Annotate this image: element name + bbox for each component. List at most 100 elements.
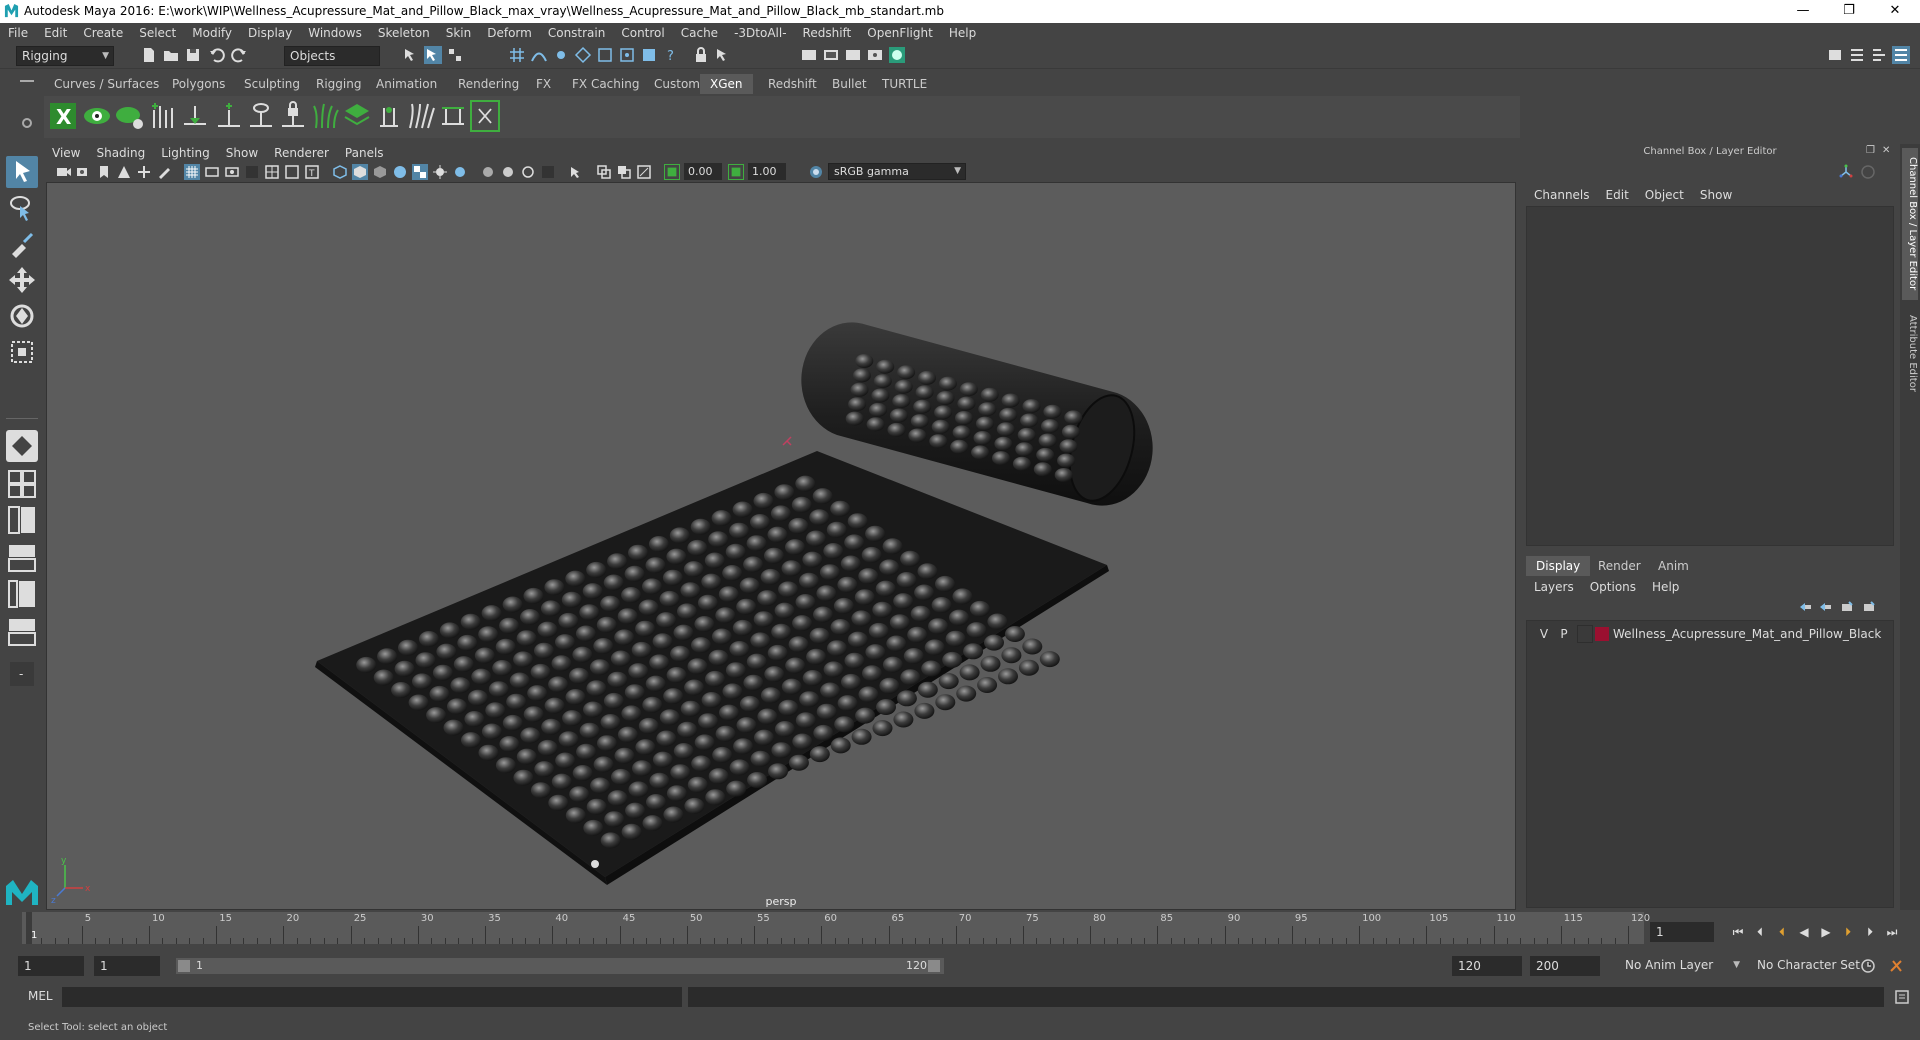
color-space-dropdown[interactable]: sRGB gamma ▼ xyxy=(828,163,966,180)
side-tab-channel-box[interactable]: Channel Box / Layer Editor xyxy=(1902,148,1918,300)
time-slider[interactable]: 1 5 10 15 20 25 30 35 40 45 50 55 60 65 70 75 80 85 90 95 10… xyxy=(22,912,1650,944)
shelf-tab-turtle[interactable]: TURTLE xyxy=(872,74,937,94)
shelf-tab-xgen[interactable]: XGen xyxy=(700,74,753,94)
close-panel-icon[interactable]: ✕ xyxy=(1882,145,1890,156)
move-tool-icon[interactable] xyxy=(6,264,38,296)
command-input[interactable] xyxy=(62,987,682,1007)
image-plane-icon[interactable] xyxy=(116,164,132,180)
grid-toggle-icon[interactable] xyxy=(184,164,200,180)
menu-openflight[interactable]: OpenFlight xyxy=(859,23,941,43)
menu-redshift[interactable]: Redshift xyxy=(795,23,860,43)
ipr-render-icon[interactable] xyxy=(844,46,862,64)
xgen-preview-eye-icon[interactable] xyxy=(82,100,112,132)
current-time-marker[interactable] xyxy=(26,912,32,944)
channel-box-area[interactable] xyxy=(1526,206,1894,546)
menu-deform[interactable]: Deform xyxy=(479,23,540,43)
move-layer-down-icon[interactable] xyxy=(1818,600,1832,614)
smooth-shade-icon[interactable] xyxy=(352,164,368,180)
safe-title-icon[interactable]: T xyxy=(304,164,320,180)
go-to-end-icon[interactable]: ⏭ xyxy=(1884,924,1900,940)
persp-hypershade-layout-icon[interactable] xyxy=(6,578,38,610)
xgen-cut-icon[interactable] xyxy=(438,100,468,132)
shelf-tab-fx-caching[interactable]: FX Caching xyxy=(562,74,649,94)
depth-of-field-icon[interactable] xyxy=(540,164,556,180)
four-view-layout-icon[interactable] xyxy=(6,468,38,500)
exposure-field[interactable]: 0.00 xyxy=(684,163,722,180)
redo-icon[interactable] xyxy=(230,46,248,64)
xgen-create-description-icon[interactable] xyxy=(114,100,144,132)
auto-key-icon[interactable] xyxy=(1860,958,1876,974)
move-layer-up-icon[interactable] xyxy=(1798,600,1812,614)
camera-attributes-icon[interactable] xyxy=(76,164,92,180)
channel-box-menu-edit[interactable]: Edit xyxy=(1598,186,1637,204)
shelf-tab-rendering[interactable]: Rendering xyxy=(448,74,529,94)
more-layouts-icon[interactable]: - xyxy=(6,658,38,690)
shelf-tab-bullet[interactable]: Bullet xyxy=(822,74,877,94)
manipulator-icon[interactable] xyxy=(1838,164,1854,180)
default-material-icon[interactable] xyxy=(372,164,388,180)
isolate-select-icon[interactable] xyxy=(568,164,584,180)
textured-icon[interactable] xyxy=(412,164,428,180)
xgen-convert-icon[interactable] xyxy=(470,100,500,132)
resolution-gate-icon[interactable] xyxy=(224,164,240,180)
animation-start-field[interactable]: 1 xyxy=(18,956,84,976)
snap-to-live-icon[interactable] xyxy=(596,46,614,64)
ambient-occlusion-icon[interactable] xyxy=(480,164,496,180)
range-start-handle[interactable] xyxy=(178,960,190,972)
field-chart-icon[interactable] xyxy=(264,164,280,180)
shelf-tab-curves-surfaces[interactable]: Curves / Surfaces xyxy=(44,74,169,94)
xgen-interactive-groom-icon[interactable] xyxy=(406,100,436,132)
shelf-tab-fx[interactable]: FX xyxy=(526,74,561,94)
layer-tab-anim[interactable]: Anim xyxy=(1648,556,1699,576)
side-tab-attribute-editor[interactable]: Attribute Editor xyxy=(1902,308,1918,398)
input-ops-icon[interactable] xyxy=(714,46,732,64)
step-forward-frame-icon[interactable]: ⏵ xyxy=(1862,924,1878,940)
tool-settings-toggle-icon[interactable] xyxy=(1870,46,1888,64)
menu-constrain[interactable]: Constrain xyxy=(540,23,614,43)
shelf-tab-polygons[interactable]: Polygons xyxy=(162,74,235,94)
layer-type-toggle[interactable] xyxy=(1577,625,1593,643)
viewport-menu-shading[interactable]: Shading xyxy=(88,144,153,162)
acupressure-mat[interactable] xyxy=(315,451,1109,885)
restore-button[interactable]: ❐ xyxy=(1826,0,1872,23)
persp-node-editor-layout-icon[interactable] xyxy=(6,616,38,648)
viewport-menu-panels[interactable]: Panels xyxy=(337,144,392,162)
xgen-guide-plus-icon[interactable] xyxy=(214,100,244,132)
snap-to-curve-icon[interactable] xyxy=(530,46,548,64)
persp-outliner-layout-icon[interactable] xyxy=(6,504,38,536)
anim-layer-dropdown[interactable]: No Anim Layer ▼ xyxy=(1620,956,1744,976)
layer-tab-render[interactable]: Render xyxy=(1588,556,1651,576)
render-current-frame-icon[interactable] xyxy=(822,46,840,64)
gamma-field[interactable]: 1.00 xyxy=(748,163,786,180)
selection-mode-dropdown[interactable]: Objects xyxy=(284,46,380,66)
layer-menu-layers[interactable]: Layers xyxy=(1526,578,1582,596)
xgen-add-guide-icon[interactable] xyxy=(148,100,178,132)
anti-aliasing-icon[interactable] xyxy=(520,164,536,180)
xray-joints-icon[interactable] xyxy=(636,164,652,180)
exposure-icon[interactable] xyxy=(664,164,680,180)
xgen-layers-icon[interactable] xyxy=(342,100,372,132)
step-back-key-icon[interactable]: ⏴ xyxy=(1774,924,1790,940)
select-by-component-icon[interactable] xyxy=(446,46,464,64)
motion-blur-icon[interactable] xyxy=(500,164,516,180)
hypershade-icon[interactable] xyxy=(888,46,906,64)
menu-set-dropdown[interactable]: Rigging ▼ xyxy=(16,46,114,66)
channel-box-toggle-icon[interactable] xyxy=(1892,46,1910,64)
float-panel-icon[interactable]: ❐ xyxy=(1866,145,1875,156)
color-management-icon[interactable] xyxy=(808,164,824,180)
grease-pencil-icon[interactable] xyxy=(156,164,172,180)
camera-icon[interactable] xyxy=(56,164,72,180)
render-settings-icon[interactable] xyxy=(866,46,884,64)
layer-menu-help[interactable]: Help xyxy=(1644,578,1687,596)
playback-start-field[interactable]: 1 xyxy=(94,956,160,976)
menu-create[interactable]: Create xyxy=(75,23,131,43)
viewport-menu-renderer[interactable]: Renderer xyxy=(266,144,337,162)
paint-select-tool-icon[interactable] xyxy=(6,228,38,260)
xray-icon[interactable] xyxy=(596,164,612,180)
xgen-guide-lock-icon[interactable] xyxy=(278,100,308,132)
symmetry-icon[interactable] xyxy=(640,46,658,64)
play-backwards-icon[interactable]: ◀ xyxy=(1796,924,1812,940)
attribute-editor-toggle-icon[interactable] xyxy=(1848,46,1866,64)
xgen-grass-icon[interactable] xyxy=(310,100,340,132)
shelf-menu-icon[interactable] xyxy=(20,80,34,82)
